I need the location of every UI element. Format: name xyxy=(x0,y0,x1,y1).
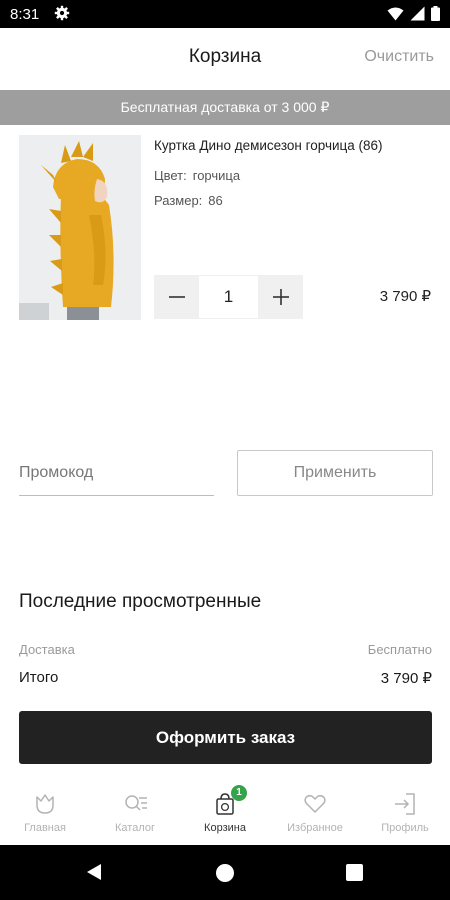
nav-catalog-label: Каталог xyxy=(115,822,155,834)
nav-home-label: Главная xyxy=(24,822,66,834)
recents-icon[interactable] xyxy=(346,864,363,881)
decrease-quantity-button[interactable] xyxy=(154,275,199,319)
nav-profile-label: Профиль xyxy=(381,822,429,834)
cart-count-badge: 1 xyxy=(231,785,247,801)
cart-icon-wrap: 1 xyxy=(212,785,247,817)
product-size: Размер: 86 xyxy=(154,193,223,208)
size-value: 86 xyxy=(208,193,223,208)
cart-item: Куртка Дино демисезон горчица (86) Цвет:… xyxy=(0,125,450,330)
bottom-navigation: Главная Каталог 1 Корзина Избранное Проф… xyxy=(0,780,450,845)
total-value: 3 790 ₽ xyxy=(380,670,432,687)
minus-icon xyxy=(168,296,185,298)
increase-quantity-button[interactable] xyxy=(258,275,303,319)
quantity-value: 1 xyxy=(199,275,258,319)
total-label: Итого xyxy=(19,669,59,686)
signal-icon xyxy=(410,6,425,21)
recently-viewed-title: Последние просмотренные xyxy=(19,591,262,612)
product-color: Цвет: горчица xyxy=(154,168,240,183)
nav-cart[interactable]: 1 Корзина xyxy=(180,780,270,845)
product-image[interactable] xyxy=(19,135,141,320)
login-icon xyxy=(395,793,415,815)
delivery-row: Доставка Бесплатно xyxy=(19,642,432,657)
quantity-stepper: 1 xyxy=(154,275,303,319)
nav-cart-label: Корзина xyxy=(204,822,246,834)
gear-icon xyxy=(54,5,70,21)
product-name[interactable]: Куртка Дино демисезон горчица (86) xyxy=(154,138,383,153)
nav-home[interactable]: Главная xyxy=(0,780,90,845)
total-row: Итого 3 790 ₽ xyxy=(19,669,432,687)
system-navigation-bar xyxy=(0,845,450,900)
status-time: 8:31 xyxy=(10,6,40,23)
free-shipping-banner: Бесплатная доставка от 3 000 ₽ xyxy=(0,90,450,125)
plus-icon xyxy=(272,289,289,305)
nav-favorites[interactable]: Избранное xyxy=(270,780,360,845)
app-header: Корзина Очистить xyxy=(0,28,450,88)
catalog-search-icon xyxy=(125,795,147,811)
wifi-icon xyxy=(387,7,404,20)
clear-cart-button[interactable]: Очистить xyxy=(364,48,434,66)
nav-catalog[interactable]: Каталог xyxy=(90,780,180,845)
tulip-icon xyxy=(36,794,54,814)
color-label: Цвет: xyxy=(154,168,187,183)
apply-promo-button[interactable]: Применить xyxy=(237,450,433,496)
nav-profile[interactable]: Профиль xyxy=(360,780,450,845)
battery-icon xyxy=(431,6,440,21)
item-price: 3 790 ₽ xyxy=(379,288,431,305)
product-photo xyxy=(19,135,141,320)
status-bar: 8:31 xyxy=(0,0,450,28)
checkout-button[interactable]: Оформить заказ xyxy=(19,711,432,764)
back-icon[interactable] xyxy=(86,863,102,881)
color-value: горчица xyxy=(192,168,241,183)
delivery-label: Доставка xyxy=(19,642,75,657)
heart-icon xyxy=(304,794,326,813)
status-icons xyxy=(387,6,440,21)
promo-code-input[interactable] xyxy=(19,450,214,496)
home-icon[interactable] xyxy=(216,864,234,882)
nav-favorites-label: Избранное xyxy=(287,822,343,834)
size-label: Размер: xyxy=(154,193,203,208)
delivery-value: Бесплатно xyxy=(367,642,432,657)
